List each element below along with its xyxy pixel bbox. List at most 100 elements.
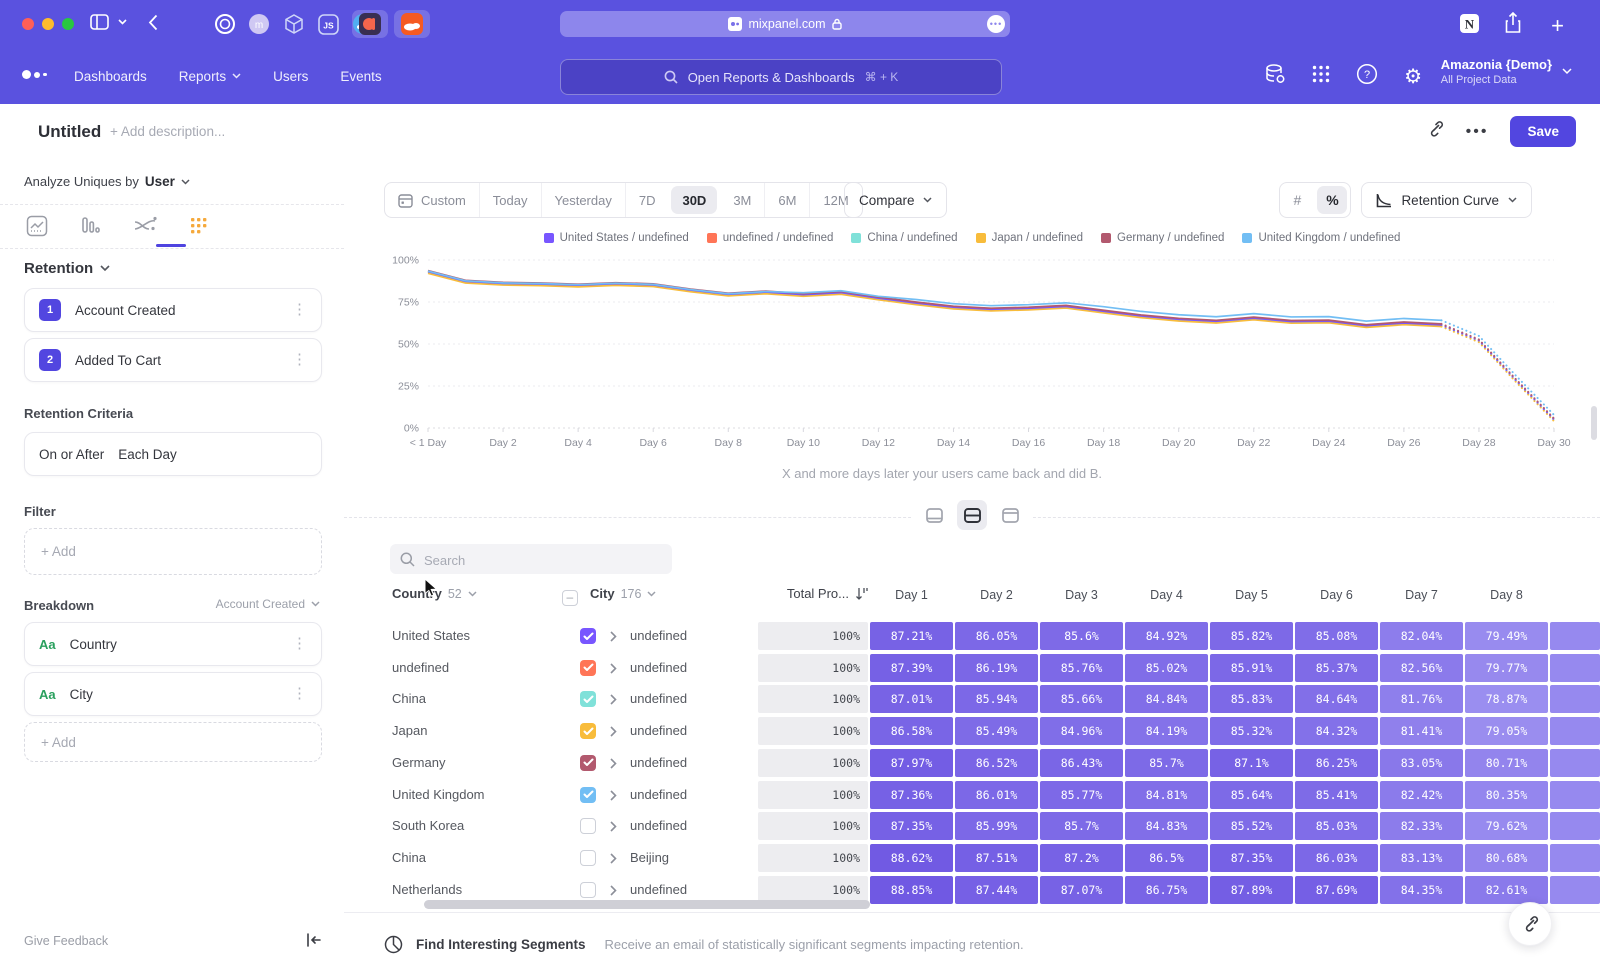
retention-cell[interactable]: 85.32% bbox=[1210, 717, 1293, 745]
column-header-day-1[interactable]: Day 1 bbox=[870, 588, 953, 602]
retention-cell[interactable]: 83.13% bbox=[1380, 844, 1463, 872]
row-city[interactable]: undefined bbox=[630, 685, 687, 713]
breakdown-event-selector[interactable]: Account Created bbox=[216, 597, 320, 611]
extension-monogram-icon[interactable]: m bbox=[248, 13, 270, 35]
horizontal-scrollbar[interactable] bbox=[424, 900, 870, 909]
row-country[interactable]: South Korea bbox=[392, 812, 464, 840]
retention-cell-clipped[interactable] bbox=[1550, 876, 1600, 904]
nav-users[interactable]: Users bbox=[273, 69, 308, 84]
address-bar[interactable]: mixpanel.com ••• bbox=[560, 11, 1010, 37]
add-filter-button[interactable]: + Add bbox=[24, 528, 322, 575]
expand-chevron-icon[interactable] bbox=[610, 885, 617, 896]
retention-cell[interactable]: 88.62% bbox=[870, 844, 953, 872]
retention-cell-clipped[interactable] bbox=[1550, 654, 1600, 682]
expand-chevron-icon[interactable] bbox=[610, 853, 617, 864]
row-country[interactable]: Germany bbox=[392, 749, 445, 777]
sort-icon[interactable] bbox=[855, 587, 868, 601]
save-button[interactable]: Save bbox=[1510, 116, 1576, 147]
row-country[interactable]: China bbox=[392, 685, 426, 713]
window-close-button[interactable] bbox=[22, 18, 34, 30]
row-city[interactable]: undefined bbox=[630, 654, 687, 682]
retention-cell[interactable]: 87.01% bbox=[870, 685, 953, 713]
retention-cell[interactable]: 85.49% bbox=[955, 717, 1038, 745]
tab-retention[interactable] bbox=[186, 213, 212, 239]
retention-cell[interactable]: 82.56% bbox=[1380, 654, 1463, 682]
retention-step-1[interactable]: 1 Account Created ⋮ bbox=[24, 288, 322, 332]
mixpanel-logo[interactable] bbox=[22, 70, 47, 79]
range-custom[interactable]: Custom bbox=[385, 183, 479, 217]
retention-cell[interactable]: 85.76% bbox=[1040, 654, 1123, 682]
retention-cell[interactable]: 84.81% bbox=[1125, 781, 1208, 809]
expand-chevron-icon[interactable] bbox=[610, 758, 617, 769]
retention-cell[interactable]: 85.94% bbox=[955, 685, 1038, 713]
range-30d[interactable]: 30D bbox=[671, 186, 717, 214]
city-select-all-checkbox[interactable]: – bbox=[562, 590, 578, 606]
retention-cell[interactable]: 87.89% bbox=[1210, 876, 1293, 904]
retention-cell[interactable]: 85.41% bbox=[1295, 781, 1378, 809]
retention-cell[interactable]: 82.42% bbox=[1380, 781, 1463, 809]
retention-cell[interactable]: 79.62% bbox=[1465, 812, 1548, 840]
row-country[interactable]: United States bbox=[392, 622, 470, 650]
column-header-day-6[interactable]: Day 6 bbox=[1295, 588, 1378, 602]
legend-item[interactable]: Japan / undefined bbox=[976, 232, 1083, 244]
row-checkbox[interactable] bbox=[580, 723, 596, 739]
retention-cell[interactable]: 85.6% bbox=[1040, 622, 1123, 650]
retention-cell[interactable]: 82.04% bbox=[1380, 622, 1463, 650]
help-icon[interactable]: ? bbox=[1356, 63, 1378, 90]
column-header-total[interactable]: Total Pro... bbox=[758, 586, 868, 601]
column-header-day-8[interactable]: Day 8 bbox=[1465, 588, 1548, 602]
legend-item[interactable]: United States / undefined bbox=[544, 232, 689, 244]
settings-gear-icon[interactable]: ⚙ bbox=[1404, 64, 1422, 89]
share-link-fab[interactable] bbox=[1508, 902, 1552, 946]
row-checkbox[interactable] bbox=[580, 818, 596, 834]
extension-target-icon[interactable] bbox=[214, 13, 236, 35]
retention-cell[interactable]: 85.7% bbox=[1125, 749, 1208, 777]
kebab-menu-icon[interactable]: ⋮ bbox=[292, 355, 307, 365]
retention-cell[interactable]: 87.21% bbox=[870, 622, 953, 650]
nav-reports[interactable]: Reports bbox=[179, 69, 241, 84]
legend-item[interactable]: United Kingdom / undefined bbox=[1242, 232, 1400, 244]
retention-cell-clipped[interactable] bbox=[1550, 812, 1600, 840]
row-country[interactable]: Japan bbox=[392, 717, 427, 745]
retention-cell[interactable]: 86.03% bbox=[1295, 844, 1378, 872]
percent-toggle[interactable]: % bbox=[1317, 186, 1347, 214]
retention-step-2[interactable]: 2 Added To Cart ⋮ bbox=[24, 338, 322, 382]
retention-cell[interactable]: 87.2% bbox=[1040, 844, 1123, 872]
retention-cell[interactable]: 88.85% bbox=[870, 876, 953, 904]
range-7d[interactable]: 7D bbox=[625, 183, 669, 217]
expand-chevron-icon[interactable] bbox=[610, 663, 617, 674]
retention-cell[interactable]: 87.39% bbox=[870, 654, 953, 682]
view-chart-focus[interactable] bbox=[919, 500, 949, 530]
apps-grid-icon[interactable] bbox=[1312, 65, 1330, 88]
extension-js-icon[interactable]: JS bbox=[318, 14, 339, 35]
legend-item[interactable]: undefined / undefined bbox=[707, 232, 834, 244]
compare-button[interactable]: Compare bbox=[844, 182, 947, 218]
give-feedback-link[interactable]: Give Feedback bbox=[24, 934, 108, 948]
retention-cell[interactable]: 79.77% bbox=[1465, 654, 1548, 682]
retention-cell[interactable]: 86.5% bbox=[1125, 844, 1208, 872]
retention-cell[interactable]: 85.08% bbox=[1295, 622, 1378, 650]
nav-dashboards[interactable]: Dashboards bbox=[74, 69, 147, 84]
expand-chevron-icon[interactable] bbox=[610, 726, 617, 737]
extension-cube-icon[interactable] bbox=[283, 13, 305, 35]
criteria-operator[interactable]: On or After bbox=[39, 447, 104, 462]
row-checkbox[interactable] bbox=[580, 628, 596, 644]
row-checkbox[interactable] bbox=[580, 787, 596, 803]
global-search[interactable]: Open Reports & Dashboards ⌘ + K bbox=[560, 59, 1002, 95]
row-city[interactable]: undefined bbox=[630, 717, 687, 745]
retention-cell[interactable]: 86.75% bbox=[1125, 876, 1208, 904]
retention-cell[interactable]: 81.41% bbox=[1380, 717, 1463, 745]
retention-cell[interactable]: 79.05% bbox=[1465, 717, 1548, 745]
criteria-interval[interactable]: Each Day bbox=[118, 447, 307, 462]
back-button[interactable] bbox=[148, 14, 158, 31]
retention-cell-clipped[interactable] bbox=[1550, 622, 1600, 650]
expand-chevron-icon[interactable] bbox=[610, 790, 617, 801]
sidebar-toggle-icon[interactable] bbox=[90, 14, 109, 30]
share-icon[interactable] bbox=[1504, 12, 1522, 34]
retention-cell[interactable]: 85.77% bbox=[1040, 781, 1123, 809]
retention-cell[interactable]: 82.33% bbox=[1380, 812, 1463, 840]
window-minimize-button[interactable] bbox=[42, 18, 54, 30]
retention-cell[interactable]: 85.52% bbox=[1210, 812, 1293, 840]
retention-cell[interactable]: 83.05% bbox=[1380, 749, 1463, 777]
retention-cell-clipped[interactable] bbox=[1550, 749, 1600, 777]
